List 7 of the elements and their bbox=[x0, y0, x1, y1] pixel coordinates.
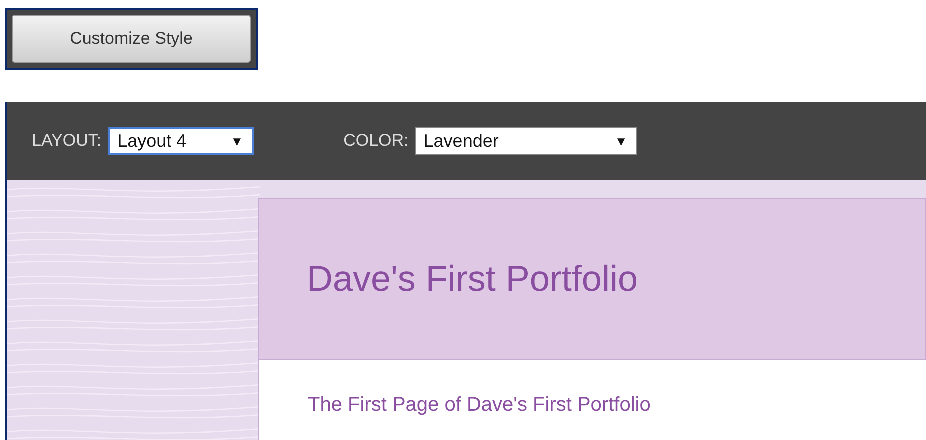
dropdown[interactable]: Lavender ▼ bbox=[414, 127, 637, 155]
page-heading[interactable]: The First Page of Dave's First Portfolio bbox=[308, 394, 651, 416]
portfolio-title: Dave's First Portfolio bbox=[307, 258, 638, 300]
dropdown[interactable]: Layout 4 ▼ bbox=[108, 127, 254, 155]
customize-style-button[interactable]: Customize Style bbox=[12, 15, 251, 63]
field-label: LAYOUT: bbox=[32, 131, 102, 151]
field-label: COLOR: bbox=[344, 131, 409, 151]
